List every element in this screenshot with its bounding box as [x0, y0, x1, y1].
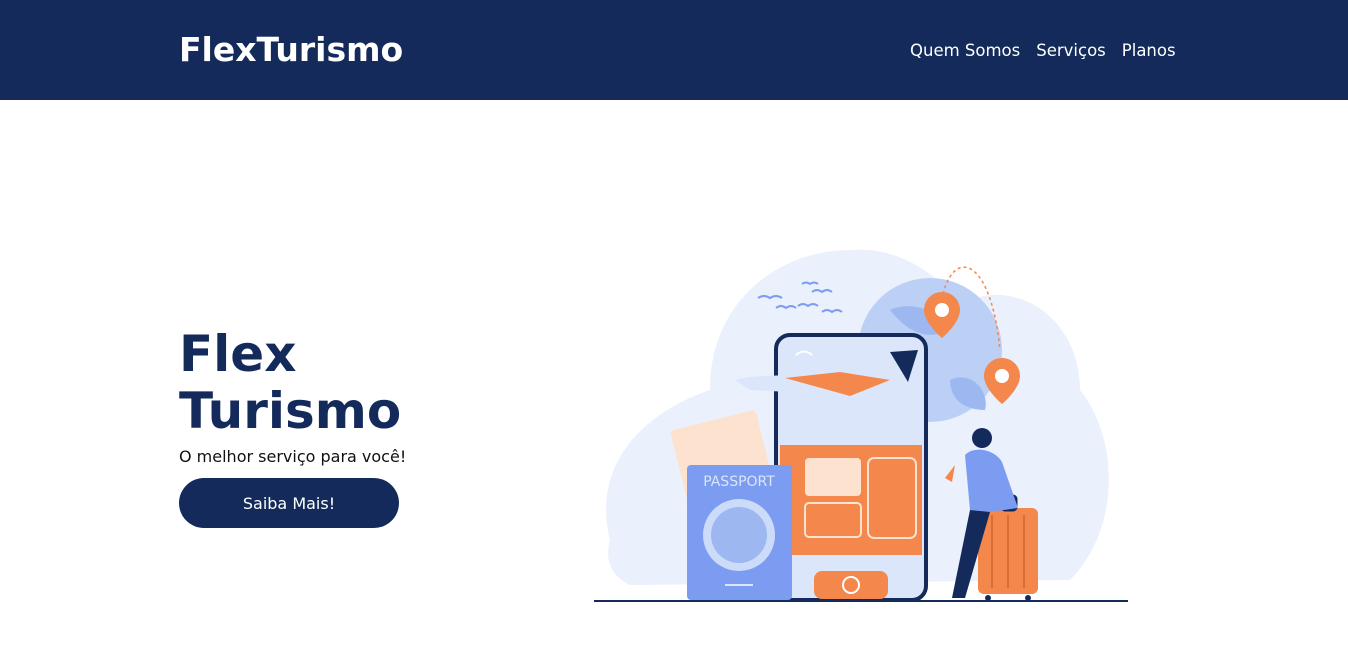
- navbar: FlexTurismo Quem Somos Serviços Planos: [0, 0, 1348, 100]
- passport-label: PASSPORT: [703, 474, 775, 490]
- hero-subtitle: O melhor serviço para você!: [179, 447, 407, 466]
- brand-logo[interactable]: FlexTurismo: [179, 30, 403, 70]
- nav-link-planos[interactable]: Planos: [1122, 40, 1176, 62]
- nav-link-servicos[interactable]: Serviços: [1036, 40, 1106, 62]
- passport-icon: PASSPORT: [687, 465, 792, 600]
- nav-link-quem-somos[interactable]: Quem Somos: [910, 40, 1020, 62]
- travel-illustration: PASSPORT: [594, 249, 1128, 602]
- nav-links: Quem Somos Serviços Planos: [910, 40, 1176, 62]
- hero-title: Flex Turismo: [179, 325, 402, 440]
- saiba-mais-button[interactable]: Saiba Mais!: [179, 478, 399, 528]
- hero-section: Flex Turismo O melhor serviço para você!…: [179, 326, 509, 528]
